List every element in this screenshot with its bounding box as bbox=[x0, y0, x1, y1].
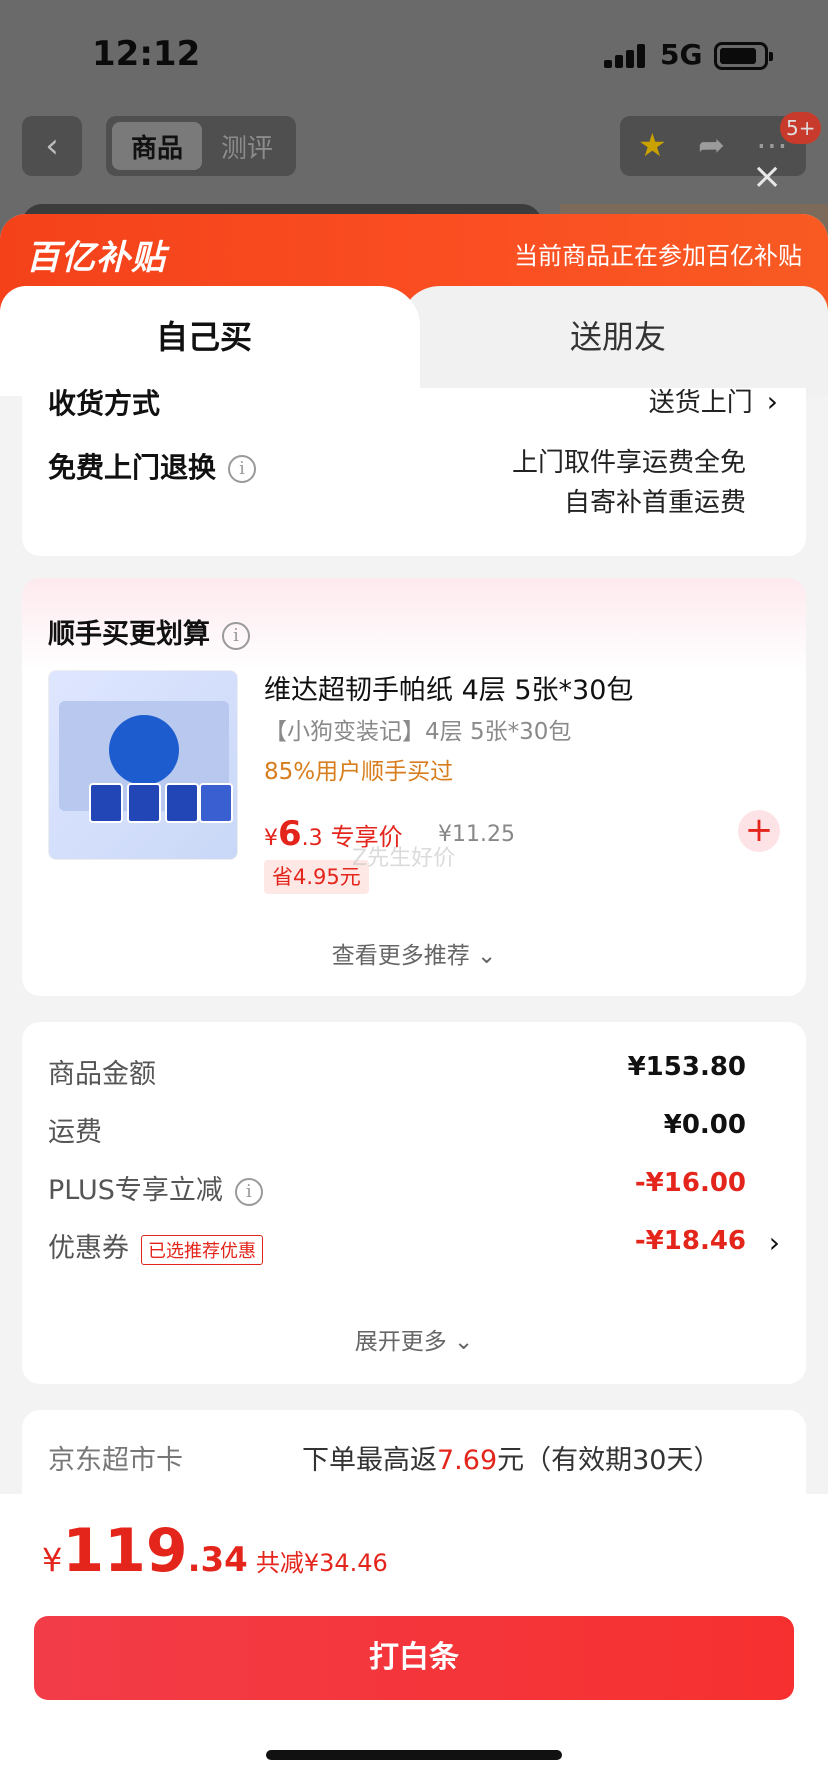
back-button[interactable]: ‹ bbox=[22, 116, 82, 176]
checkout-footer: ¥119.34 共减¥34.46 打白条 bbox=[0, 1494, 828, 1792]
fee-value: -¥18.46 bbox=[634, 1226, 746, 1256]
coupon-selected-tag: 已选推荐优惠 bbox=[141, 1234, 263, 1265]
star-icon[interactable]: ★ bbox=[638, 126, 667, 164]
more-recommendations-link[interactable]: 查看更多推荐 ⌄ bbox=[22, 936, 806, 970]
share-icon[interactable]: ➦ bbox=[698, 126, 725, 164]
close-icon[interactable]: × bbox=[752, 159, 782, 195]
message-badge: 5+ bbox=[780, 112, 822, 144]
total-price: ¥119.34 共减¥34.46 bbox=[42, 1516, 388, 1586]
supermarket-card-row[interactable]: 京东超市卡 下单最高返7.69元（有效期30天） bbox=[22, 1410, 806, 1494]
info-icon[interactable]: i bbox=[228, 455, 257, 483]
addon-card: 顺手买更划算 i 维达超韧手帕纸 4层 5张*30包 【小狗变装记】4层 5张*3… bbox=[22, 578, 806, 996]
fee-summary-card: 商品金额 ¥153.80 运费 ¥0.00 PLUS专享立减 i -¥16.00 … bbox=[22, 1022, 806, 1384]
signal-icon bbox=[604, 44, 648, 68]
fee-row-goods: 商品金额 ¥153.80 bbox=[48, 1052, 780, 1092]
free-return-label: 免费上门退换 i bbox=[48, 446, 257, 486]
fee-value: -¥16.00 bbox=[634, 1168, 746, 1198]
addon-product-spec: 【小狗变装记】4层 5张*30包 bbox=[264, 719, 572, 745]
fee-label: 商品金额 bbox=[48, 1059, 156, 1090]
delivery-card: 收货方式 送货上门 › 免费上门退换 i 上门取件享运费全免 自寄补首重运费 bbox=[22, 388, 806, 556]
order-sheet: 百亿补贴 当前商品正在参加百亿补贴 送朋友 自己买 收货方式 送货上门 › 免费上… bbox=[0, 214, 828, 1792]
free-return-value-1: 上门取件享运费全免 bbox=[511, 448, 746, 478]
addon-product-image[interactable] bbox=[48, 670, 238, 860]
info-icon[interactable]: i bbox=[222, 621, 250, 650]
battery-icon bbox=[714, 42, 773, 70]
supermarket-card-label: 京东超市卡 bbox=[48, 1445, 183, 1476]
fee-label: 运费 bbox=[48, 1117, 102, 1148]
watermark-text: Z先生好价 bbox=[352, 846, 456, 871]
fee-row-plus: PLUS专享立减 i -¥16.00 bbox=[48, 1168, 780, 1208]
delivery-method-selector[interactable]: 送货上门 › bbox=[649, 388, 778, 419]
total-reduction: 共减¥34.46 bbox=[255, 1549, 388, 1577]
home-indicator bbox=[266, 1750, 562, 1760]
addon-product-tag: 85%用户顺手买过 bbox=[264, 759, 454, 785]
delivery-method-value: 送货上门 bbox=[648, 388, 753, 418]
addon-product-name[interactable]: 维达超韧手帕纸 4层 5张*30包 bbox=[264, 668, 633, 707]
plus-icon: + bbox=[744, 810, 774, 850]
subsidy-tip: 当前商品正在参加百亿补贴 bbox=[514, 242, 802, 270]
fee-label: PLUS专享立减 i bbox=[48, 1168, 263, 1207]
tab-buy-self-label: 自己买 bbox=[156, 318, 253, 356]
fee-value: ¥153.80 bbox=[627, 1052, 746, 1082]
supermarket-card-rebate: 下单最高返7.69元（有效期30天） bbox=[302, 1445, 721, 1476]
fee-label: 优惠券 已选推荐优惠 bbox=[48, 1226, 263, 1265]
status-bar: 12:12 5G bbox=[0, 0, 828, 100]
chevron-left-icon: ‹ bbox=[45, 126, 59, 166]
status-time: 12:12 bbox=[92, 34, 201, 74]
expand-more-link[interactable]: 展开更多 ⌄ bbox=[22, 1322, 806, 1356]
delivery-method-label: 收货方式 bbox=[48, 388, 161, 420]
tab-product[interactable]: 商品 bbox=[112, 122, 202, 170]
fee-row-shipping: 运费 ¥0.00 bbox=[48, 1110, 780, 1150]
chevron-right-icon: › bbox=[768, 1226, 780, 1259]
add-to-order-button[interactable]: + bbox=[738, 810, 780, 852]
info-icon[interactable]: i bbox=[234, 1177, 263, 1206]
nav-tabs: 商品 测评 bbox=[106, 116, 296, 176]
free-return-value-2: 自寄补首重运费 bbox=[563, 488, 746, 518]
chevron-right-icon: › bbox=[766, 388, 778, 418]
fee-row-coupon[interactable]: 优惠券 已选推荐优惠 -¥18.46 › bbox=[48, 1226, 780, 1266]
pay-baitiao-button[interactable]: 打白条 bbox=[34, 1616, 794, 1700]
tab-send-friend-label: 送朋友 bbox=[570, 318, 667, 356]
tab-review[interactable]: 测评 bbox=[202, 122, 292, 170]
scroll-content[interactable]: 收货方式 送货上门 › 免费上门退换 i 上门取件享运费全免 自寄补首重运费 顺手买… bbox=[0, 388, 828, 1494]
addon-title: 顺手买更划算 i bbox=[48, 612, 250, 651]
fee-value: ¥0.00 bbox=[663, 1110, 746, 1140]
tab-send-friend[interactable]: 送朋友 bbox=[400, 286, 828, 396]
network-type: 5G bbox=[660, 38, 703, 71]
tab-buy-self[interactable]: 自己买 bbox=[0, 286, 420, 396]
subsidy-logo: 百亿补贴 bbox=[26, 238, 166, 278]
